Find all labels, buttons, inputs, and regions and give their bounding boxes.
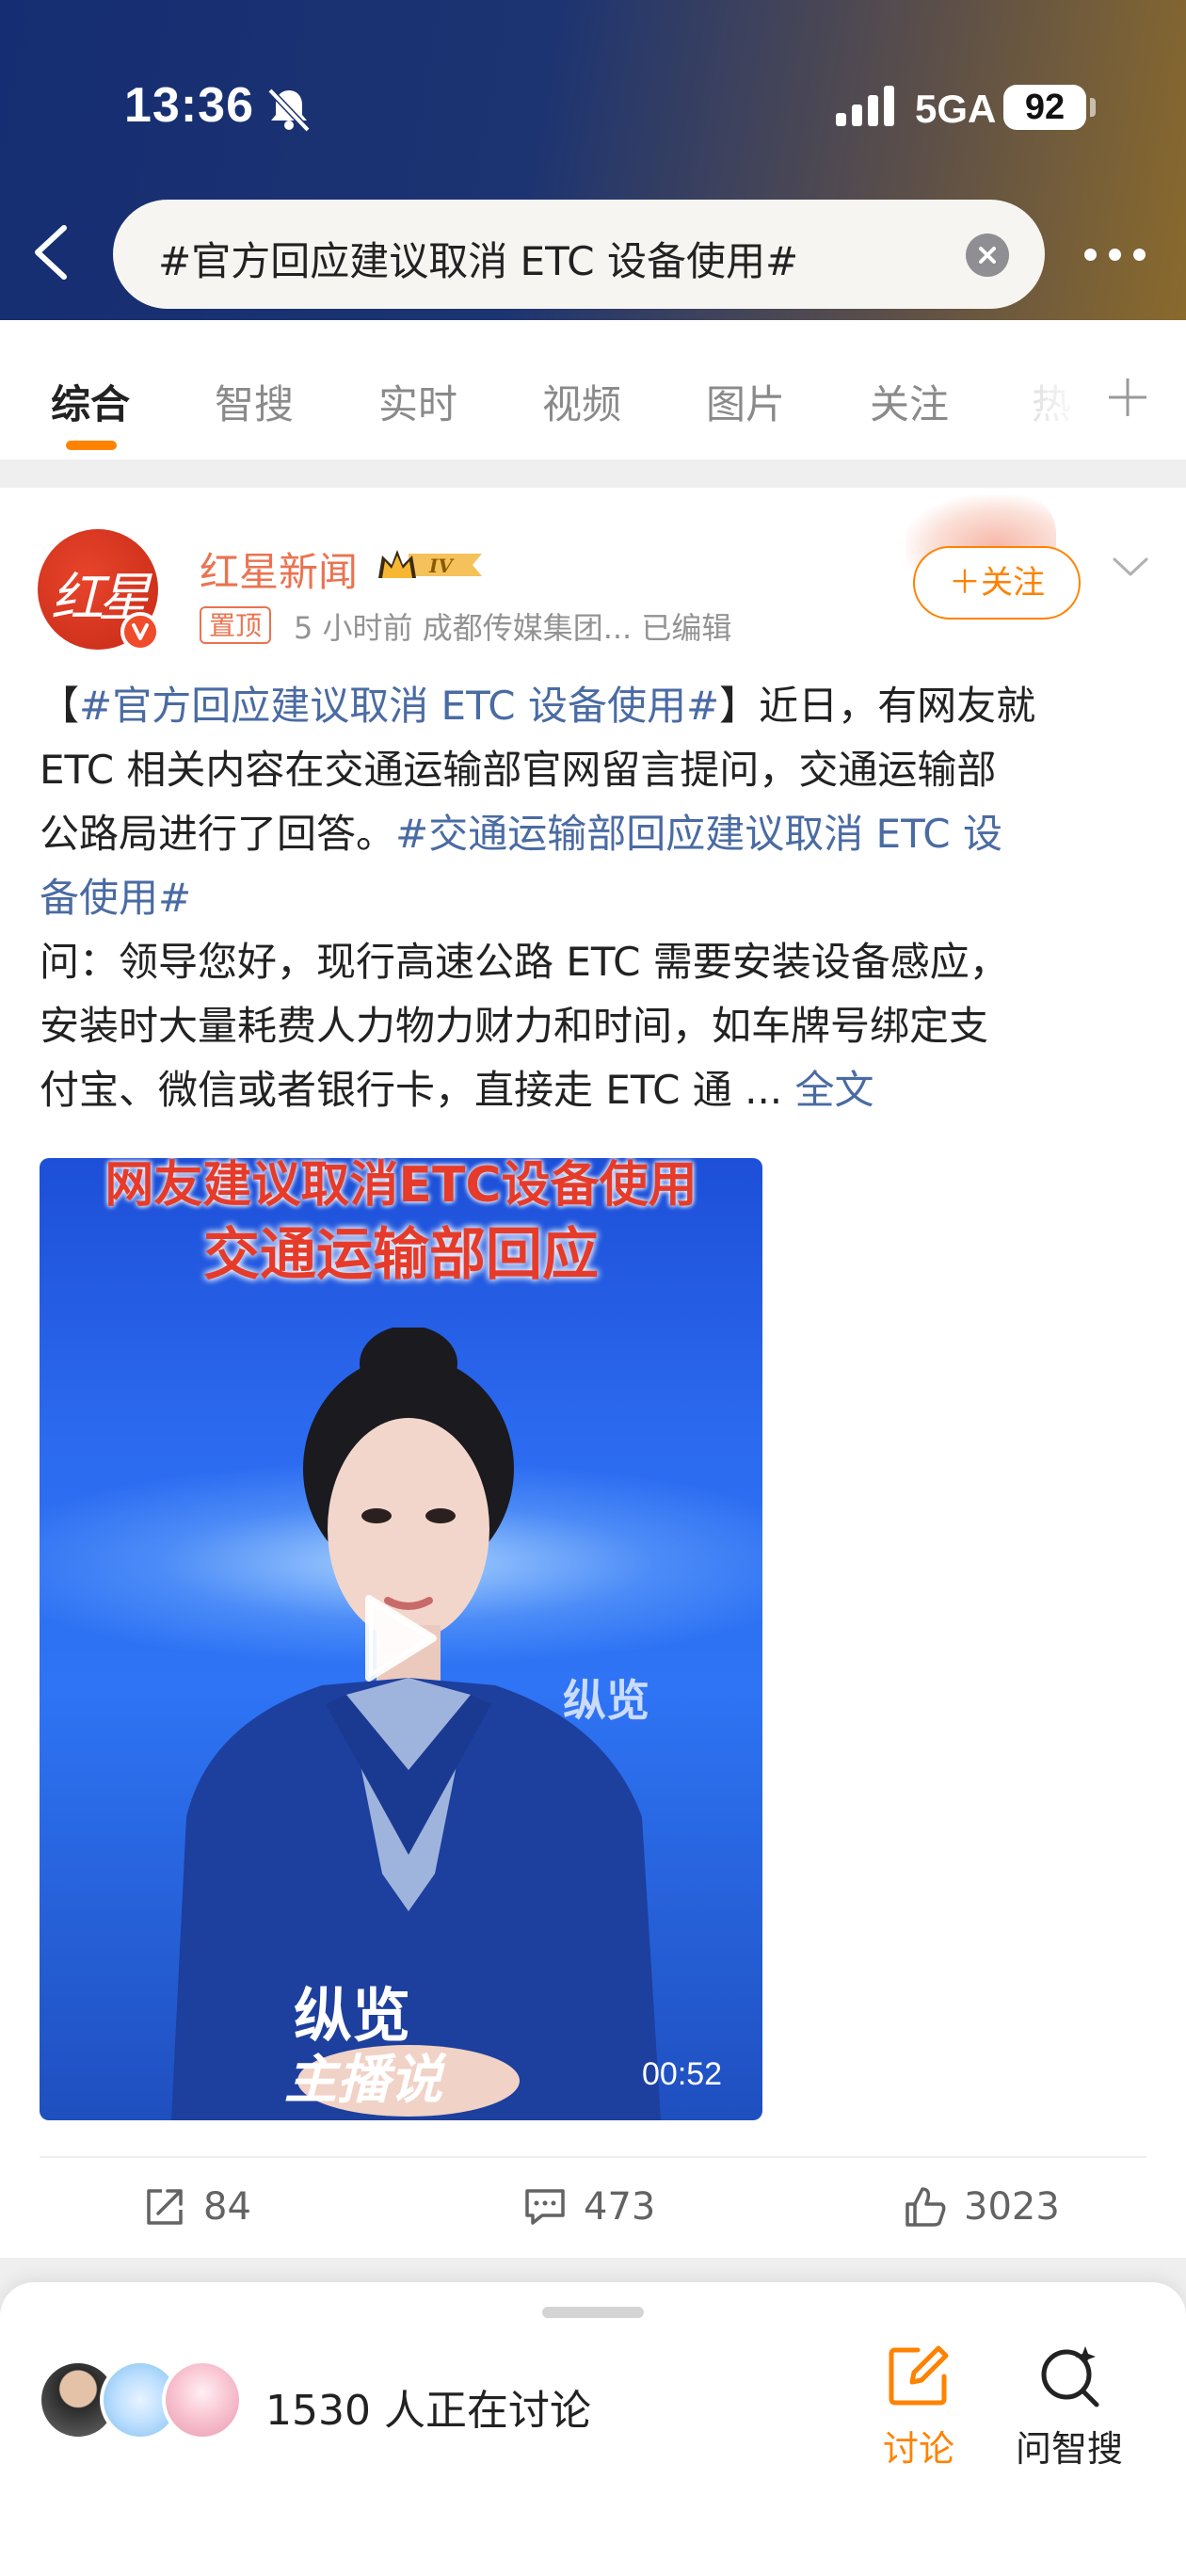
comment-button[interactable]: 473 xyxy=(523,2179,655,2235)
tab-video[interactable]: 视频 xyxy=(542,373,621,430)
follow-button[interactable]: ＋关注 xyxy=(913,546,1081,620)
ask-smart-search-button[interactable]: 问智搜 xyxy=(1003,2343,1135,2484)
author-name[interactable]: 红星新闻 xyxy=(200,540,358,598)
divider xyxy=(40,2156,1146,2158)
participants-count: 1530 人正在讨论 xyxy=(265,2387,591,2435)
like-count: 3023 xyxy=(964,2185,1060,2229)
status-bar: 13:36 5GA 92 xyxy=(0,0,1186,217)
search-query: #官方回应建议取消 ETC 设备使用# xyxy=(158,238,799,284)
sheet-drag-handle[interactable] xyxy=(542,2307,644,2318)
discussion-sheet: 1530 人正在讨论 讨论 问智搜 xyxy=(0,2282,1186,2576)
more-options-icon[interactable] xyxy=(1081,230,1148,279)
tab-images[interactable]: 图片 xyxy=(706,373,785,430)
edit-icon xyxy=(889,2345,949,2406)
repost-button[interactable]: 84 xyxy=(143,2179,251,2235)
discuss-button[interactable]: 讨论 xyxy=(853,2343,985,2484)
comment-icon xyxy=(525,2189,565,2225)
repost-count: 84 xyxy=(203,2185,251,2229)
video-caption-main: 交通运输部回应 xyxy=(203,1222,599,1288)
search-input[interactable]: #官方回应建议取消 ETC 设备使用# xyxy=(113,200,1045,309)
smart-search-icon xyxy=(1041,2346,1099,2407)
program-watermark-sub: 主播说 xyxy=(284,2050,442,2111)
play-icon[interactable] xyxy=(360,1593,439,1683)
top-header: 13:36 5GA 92 #官方回应建议取消 ETC 设备使用# xyxy=(0,0,1186,320)
active-tab-indicator xyxy=(66,441,117,450)
post-text-segment: 】近日，有网友就 xyxy=(719,683,1036,729)
comment-count: 473 xyxy=(584,2185,656,2229)
expand-full-text-link[interactable]: 全文 xyxy=(795,1067,874,1113)
tab-fade xyxy=(1026,358,1082,433)
like-button[interactable]: 3023 xyxy=(904,2179,1060,2235)
post-card: 红星 红星新闻 IV 置顶 5 小时前 成都传媒集团... 已编辑 ＋关注 【#… xyxy=(0,488,1186,2258)
participant-avatar xyxy=(162,2359,243,2440)
post-text-line: 安装时大量耗费人力物力财力和时间，如车牌号绑定支 xyxy=(40,1003,989,1049)
video-caption-top: 网友建议取消ETC设备使用 xyxy=(104,1158,697,1214)
pinned-badge: 置顶 xyxy=(200,606,272,644)
battery-nub xyxy=(1090,98,1096,117)
clear-search-icon[interactable] xyxy=(966,233,1009,277)
search-tabs: 综合 智搜 实时 视频 图片 关注 热 xyxy=(0,320,1186,459)
post-text-segment: 公路局进行了回答。 xyxy=(40,811,396,857)
chevron-down-icon[interactable] xyxy=(1111,550,1150,584)
add-tab-icon[interactable] xyxy=(1105,375,1150,420)
post-body: 【#官方回应建议取消 ETC 设备使用#】近日，有网友就 ETC 相关内容在交通… xyxy=(40,674,1150,1122)
post-meta: 5 小时前 成都传媒集团... 已编辑 xyxy=(294,610,732,646)
hashtag-link-continued[interactable]: 备使用# xyxy=(40,875,191,921)
network-type: 5GA xyxy=(915,87,997,131)
ask-smart-search-label: 问智搜 xyxy=(1015,2428,1123,2470)
tab-comprehensive[interactable]: 综合 xyxy=(51,373,130,430)
thumbs-up-icon xyxy=(906,2187,946,2227)
share-icon xyxy=(147,2189,183,2225)
level-badge-text: IV xyxy=(428,555,455,577)
tab-following[interactable]: 关注 xyxy=(870,373,949,430)
post-text-segment: 【 xyxy=(40,683,80,729)
tab-realtime[interactable]: 实时 xyxy=(378,373,457,430)
bell-mute-icon xyxy=(267,88,311,132)
battery-level: 92 xyxy=(1003,85,1086,130)
back-arrow-icon[interactable] xyxy=(26,222,75,282)
cellular-signal-icon xyxy=(836,86,894,126)
hashtag-link[interactable]: #交通运输部回应建议取消 ETC 设 xyxy=(395,811,1002,857)
hashtag-link[interactable]: #官方回应建议取消 ETC 设备使用# xyxy=(79,683,719,729)
status-time: 13:36 xyxy=(124,78,254,133)
channel-watermark: 纵览 xyxy=(563,1675,649,1726)
post-text-line: 问：领导您好，现行高速公路 ETC 需要安装设备感应， xyxy=(40,939,1009,985)
member-crown-icon: IV xyxy=(378,550,482,578)
post-text-segment: 付宝、微信或者银行卡，直接走 ETC 通 ... xyxy=(40,1067,783,1113)
video-duration: 00:52 xyxy=(642,2056,723,2092)
video-player[interactable]: 网友建议取消ETC设备使用 交通运输部回应 纵览 纵览 主播说 00:52 xyxy=(40,1158,762,2120)
tab-smart-search[interactable]: 智搜 xyxy=(215,373,294,430)
discuss-label: 讨论 xyxy=(882,2428,954,2470)
post-text-line: ETC 相关内容在交通运输部官网留言提问，交通运输部 xyxy=(40,747,997,793)
verified-badge-icon xyxy=(120,612,160,652)
